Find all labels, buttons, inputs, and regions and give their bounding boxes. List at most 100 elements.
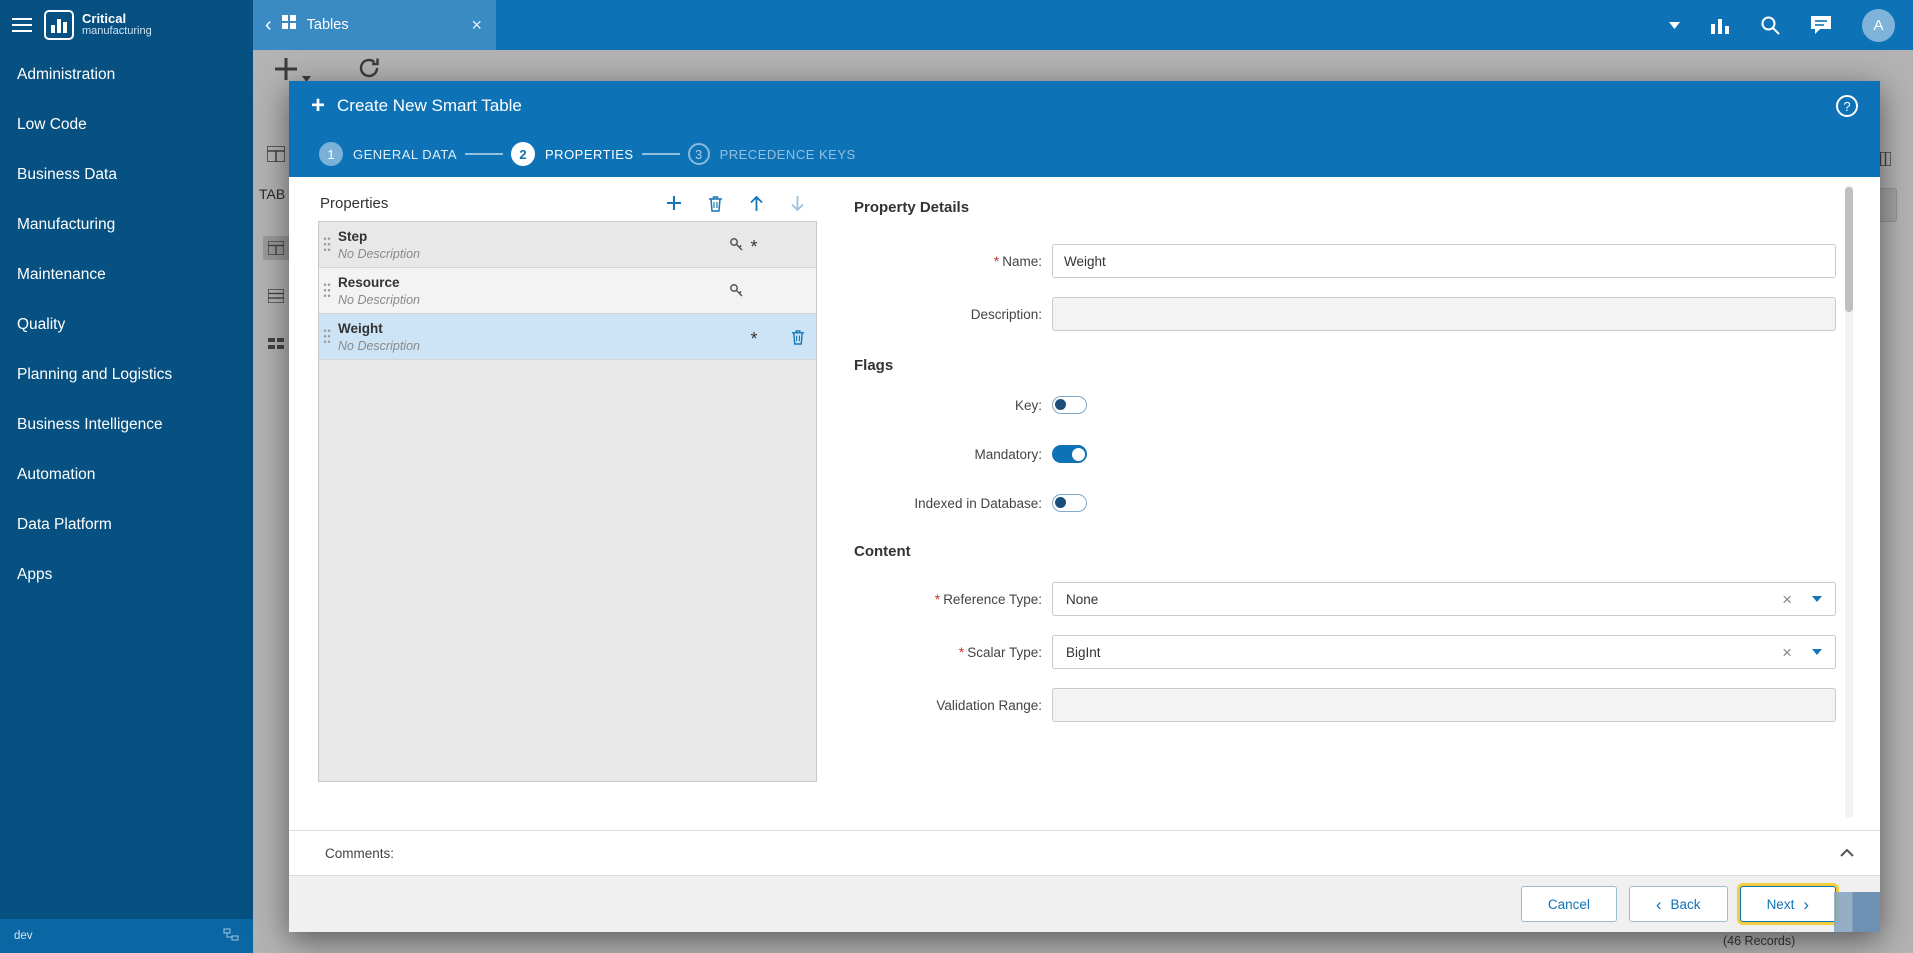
tab-tables[interactable]: ‹ Tables × <box>253 0 496 50</box>
sidebar-nav: Administration Low Code Business Data Ma… <box>0 50 253 600</box>
key-toggle[interactable] <box>1052 396 1087 414</box>
validation-range-row: Validation Range: <box>854 688 1836 722</box>
dropdown-caret-icon[interactable] <box>1812 649 1822 655</box>
sidebar-item-low-code[interactable]: Low Code <box>0 100 253 150</box>
sidebar-item-data-platform[interactable]: Data Platform <box>0 500 253 550</box>
scalar-type-label: * Scalar Type: <box>958 644 1042 660</box>
sidebar-item-planning-and-logistics[interactable]: Planning and Logistics <box>0 350 253 400</box>
sidebar-item-apps[interactable]: Apps <box>0 550 253 600</box>
menu-toggle-icon[interactable] <box>12 17 32 33</box>
application-window: Critical manufacturing Administration Lo… <box>0 0 1913 953</box>
tabs-dropdown-icon[interactable] <box>1669 21 1680 29</box>
sidebar-item-automation[interactable]: Automation <box>0 450 253 500</box>
clear-icon[interactable]: × <box>1782 591 1792 608</box>
property-name: Resource <box>338 275 400 290</box>
validation-range-label: Validation Range: <box>936 697 1042 713</box>
step-precedence-keys[interactable]: 3 PRECEDENCE KEYS <box>687 143 856 165</box>
description-input[interactable] <box>1052 297 1836 331</box>
required-marker: * <box>958 644 965 660</box>
user-avatar[interactable]: A <box>1862 8 1895 42</box>
tab-label: Tables <box>306 17 349 33</box>
sidebar-item-business-intelligence[interactable]: Business Intelligence <box>0 400 253 450</box>
messages-icon[interactable] <box>1810 15 1832 35</box>
indexed-flag-row: Indexed in Database: <box>854 494 1836 512</box>
table-grid-icon <box>281 15 297 35</box>
step-1-label: GENERAL DATA <box>353 146 458 162</box>
cancel-button[interactable]: Cancel <box>1520 886 1617 922</box>
comments-label: Comments: <box>325 845 395 861</box>
delete-row-icon[interactable] <box>788 329 808 345</box>
name-field-row: * Name: <box>854 244 1836 278</box>
factory-icon[interactable] <box>1710 17 1730 34</box>
add-property-icon[interactable] <box>666 195 682 211</box>
topbar: ‹ Tables × A <box>253 0 1913 50</box>
mandatory-marker: * <box>750 329 758 349</box>
sidebar-item-business-data[interactable]: Business Data <box>0 150 253 200</box>
tab-close-icon[interactable]: × <box>469 15 484 36</box>
comments-section[interactable]: Comments: <box>289 830 1880 875</box>
sidebar-item-administration[interactable]: Administration <box>0 50 253 100</box>
indexed-toggle[interactable] <box>1052 494 1087 512</box>
required-marker: * <box>993 253 1000 269</box>
delete-property-icon[interactable] <box>708 195 723 212</box>
name-input[interactable] <box>1052 244 1836 278</box>
mandatory-flag-row: Mandatory: <box>854 445 1836 463</box>
dialog-footer: Cancel ‹ Back Next › <box>289 875 1880 932</box>
sidebar-item-manufacturing[interactable]: Manufacturing <box>0 200 253 250</box>
move-up-icon[interactable] <box>749 195 764 212</box>
wizard-steps: 1 GENERAL DATA 2 PROPERTIES 3 PRECEDENCE… <box>289 131 1880 177</box>
connection-icon <box>223 928 239 944</box>
tab-back-icon[interactable]: ‹ <box>265 15 272 35</box>
dialog-body: Properties Step No Description * Resourc… <box>289 177 1880 830</box>
mandatory-label: Mandatory: <box>974 446 1042 462</box>
dropdown-caret-icon[interactable] <box>1812 596 1822 602</box>
drag-handle-icon[interactable] <box>323 281 331 300</box>
corner-thumbnail-artifact <box>1834 892 1880 932</box>
property-row-weight[interactable]: Weight No Description * <box>319 314 816 360</box>
sidebar-item-maintenance[interactable]: Maintenance <box>0 250 253 300</box>
key-icon <box>726 237 746 252</box>
description-label: Description: <box>970 306 1042 322</box>
reference-type-value: None <box>1066 591 1099 607</box>
properties-toolbar <box>666 195 805 212</box>
next-chevron-icon: › <box>1803 894 1809 914</box>
search-icon[interactable] <box>1760 15 1780 35</box>
scalar-type-value: BigInt <box>1066 644 1101 660</box>
drag-handle-icon[interactable] <box>323 235 331 254</box>
sidebar-item-quality[interactable]: Quality <box>0 300 253 350</box>
indexed-label: Indexed in Database: <box>914 495 1042 511</box>
next-button[interactable]: Next › <box>1739 886 1836 922</box>
move-down-icon[interactable] <box>790 195 805 212</box>
step-general-data[interactable]: 1 GENERAL DATA <box>319 142 457 166</box>
vertical-scrollbar[interactable] <box>1845 185 1853 818</box>
clear-icon[interactable]: × <box>1782 644 1792 661</box>
drag-handle-icon[interactable] <box>323 327 331 346</box>
reference-type-select[interactable]: None × <box>1052 582 1836 616</box>
property-name: Step <box>338 229 368 244</box>
property-row-resource[interactable]: Resource No Description <box>319 268 816 314</box>
property-row-step[interactable]: Step No Description * <box>319 222 816 268</box>
critical-manufacturing-logo[interactable]: Critical manufacturing <box>44 10 152 40</box>
collapse-chevron-icon[interactable] <box>1840 849 1854 857</box>
mandatory-marker: * <box>750 237 758 257</box>
step-properties[interactable]: 2 PROPERTIES <box>511 142 634 166</box>
sidebar-footer: dev <box>0 919 253 953</box>
key-icon <box>726 283 746 298</box>
scalar-type-select[interactable]: BigInt × <box>1052 635 1836 669</box>
help-icon[interactable]: ? <box>1836 95 1858 117</box>
property-name: Weight <box>338 321 383 336</box>
dialog-header: + Create New Smart Table ? <box>289 81 1880 131</box>
step-2-label: PROPERTIES <box>545 146 634 162</box>
create-smart-table-dialog: + Create New Smart Table ? 1 GENERAL DAT… <box>289 81 1880 932</box>
content-section-title: Content <box>854 543 911 560</box>
step-connector <box>465 153 504 155</box>
validation-range-input[interactable] <box>1052 688 1836 722</box>
scrollbar-thumb[interactable] <box>1845 187 1853 312</box>
property-details-panel: Property Details * Name: Description: Fl… <box>817 177 1880 830</box>
reference-type-label: * Reference Type: <box>934 591 1042 607</box>
logo-text: Critical manufacturing <box>82 11 152 38</box>
key-flag-row: Key: <box>854 396 1836 414</box>
back-button[interactable]: ‹ Back <box>1628 886 1728 922</box>
properties-list: Step No Description * Resource No Descri… <box>318 221 817 782</box>
mandatory-toggle[interactable] <box>1052 445 1087 463</box>
